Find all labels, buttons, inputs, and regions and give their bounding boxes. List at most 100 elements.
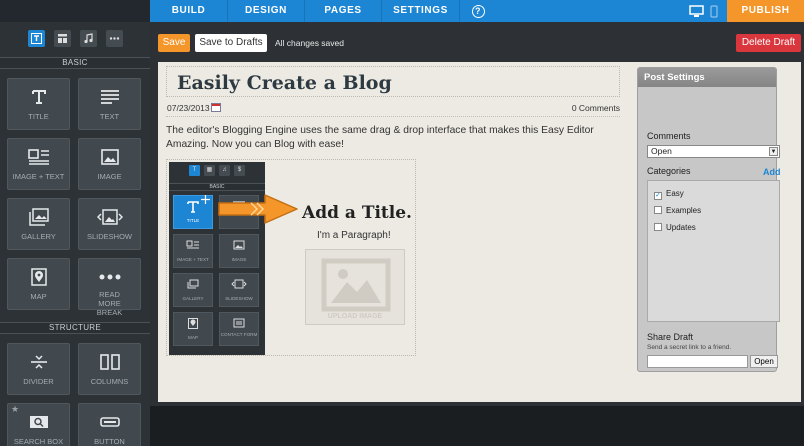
- image-placeholder-icon: [321, 258, 391, 312]
- slideshow-icon: [96, 209, 123, 225]
- element-sidebar: BASIC TITLE TEXT IMAGE + TEXT IMAGE GALL…: [0, 22, 150, 446]
- mini-tile: IMAGE + TEXT: [173, 234, 213, 268]
- title-element-tile[interactable]: TITLE: [7, 78, 70, 130]
- image-text-element-tile[interactable]: IMAGE + TEXT: [7, 138, 70, 190]
- read-more-break-tile[interactable]: READ MORE BREAK: [78, 258, 141, 317]
- checkbox-checked[interactable]: ✓: [654, 192, 662, 200]
- mini-tile-label: CONTACT FORM: [220, 332, 258, 337]
- move-cursor-icon: [201, 195, 210, 204]
- tile-label: IMAGE + TEXT: [12, 172, 65, 181]
- calendar-icon[interactable]: [211, 103, 221, 112]
- nav-settings[interactable]: SETTINGS: [382, 0, 460, 22]
- open-share-link-button[interactable]: Open: [750, 355, 778, 368]
- checkbox[interactable]: [654, 206, 662, 214]
- add-category-link[interactable]: Add: [763, 167, 781, 177]
- layout-icon: [57, 33, 67, 43]
- mini-tab: T: [189, 165, 200, 176]
- save-button[interactable]: Save: [158, 34, 190, 52]
- more-icon: [109, 36, 119, 40]
- divider-element-tile[interactable]: DIVIDER: [7, 343, 70, 395]
- illustration-image[interactable]: T ▦ ♫ $ BASIC TITLE IMAGE + TEXT IMAGE G…: [166, 159, 416, 356]
- structure-section-title: STRUCTURE: [0, 322, 150, 334]
- categories-list: ✓ Easy Examples Updates: [647, 180, 780, 322]
- gallery-icon: [28, 208, 49, 226]
- nav-pages[interactable]: PAGES: [305, 0, 382, 22]
- image-text-icon: [186, 240, 199, 249]
- layout-elements-tab[interactable]: [53, 29, 71, 47]
- mini-sidebar: T ▦ ♫ $ BASIC TITLE IMAGE + TEXT IMAGE G…: [169, 162, 265, 355]
- image-element-tile[interactable]: IMAGE: [78, 138, 141, 190]
- category-item[interactable]: Examples: [654, 206, 701, 215]
- post-date[interactable]: 07/23/2013: [167, 103, 210, 113]
- save-to-drafts-button[interactable]: Save to Drafts: [195, 34, 267, 52]
- post-title-box[interactable]: Easily Create a Blog: [166, 66, 620, 97]
- tile-label: TEXT: [99, 112, 120, 121]
- post-title[interactable]: Easily Create a Blog: [177, 72, 392, 94]
- search-box-element-tile[interactable]: ★ SEARCH BOX: [7, 403, 70, 446]
- gallery-element-tile[interactable]: GALLERY: [7, 198, 70, 250]
- main-nav: BUILD DESIGN PAGES SETTINGS ?: [150, 0, 727, 22]
- mini-tile: GALLERY: [173, 273, 213, 307]
- divider: [166, 116, 620, 117]
- media-elements-tab[interactable]: [79, 29, 97, 47]
- top-bar: BUILD DESIGN PAGES SETTINGS ? PUBLISH: [0, 0, 804, 22]
- mini-section-title: BASIC: [169, 183, 265, 191]
- chevron-down-icon[interactable]: ▼: [769, 147, 778, 156]
- columns-element-tile[interactable]: COLUMNS: [78, 343, 141, 395]
- tile-label: DIVIDER: [23, 377, 54, 386]
- desktop-icon[interactable]: [689, 4, 704, 18]
- upload-image-placeholder: UPLOAD IMAGE: [305, 249, 405, 325]
- mobile-icon[interactable]: [710, 4, 718, 18]
- comments-label: Comments: [647, 131, 691, 141]
- mini-tabs: T ▦ ♫ $: [169, 165, 265, 178]
- map-pin-icon: [30, 268, 47, 286]
- mini-tile-label: SLIDESHOW: [225, 296, 253, 301]
- columns-icon: [99, 354, 120, 370]
- share-link-field[interactable]: [647, 355, 748, 368]
- slideshow-element-tile[interactable]: SLIDESHOW: [78, 198, 141, 250]
- share-draft-hint: Send a secret link to a friend.: [647, 344, 732, 351]
- text-elements-tab[interactable]: [27, 29, 45, 47]
- title-icon: [31, 90, 46, 104]
- post-settings-panel: Post Settings Comments Open ▼ Categories…: [637, 67, 781, 372]
- drag-arrow-icon: [218, 194, 298, 224]
- comments-count[interactable]: 0 Comments: [558, 103, 620, 113]
- post-settings-title: Post Settings: [638, 68, 776, 87]
- category-label: Updates: [666, 223, 696, 232]
- checkbox[interactable]: [654, 223, 662, 231]
- more-elements-tab[interactable]: [105, 29, 123, 47]
- publish-button[interactable]: PUBLISH: [727, 0, 804, 22]
- share-draft-label: Share Draft: [647, 332, 694, 342]
- post-body[interactable]: The editor's Blogging Engine uses the sa…: [166, 124, 626, 152]
- tile-label: SLIDESHOW: [86, 232, 132, 241]
- contact-form-icon: [233, 318, 245, 328]
- question-circle-icon: ?: [471, 4, 485, 18]
- comments-select-value: Open: [651, 146, 672, 156]
- tile-label: BUTTON: [94, 437, 125, 446]
- upload-image-label: UPLOAD IMAGE: [327, 313, 383, 320]
- mini-tile: MAP: [173, 312, 213, 346]
- tile-label: IMAGE: [97, 172, 122, 181]
- image-text-icon: [27, 149, 49, 165]
- nav-design[interactable]: DESIGN: [228, 0, 305, 22]
- button-element-tile[interactable]: BUTTON: [78, 403, 141, 446]
- slideshow-icon: [231, 279, 247, 289]
- music-icon: [83, 32, 93, 43]
- nav-build[interactable]: BUILD: [150, 0, 228, 22]
- map-element-tile[interactable]: MAP: [7, 258, 70, 310]
- comments-select[interactable]: Open ▼: [647, 145, 780, 158]
- mini-tile-label: IMAGE: [231, 257, 247, 262]
- add-title-text: Add a Title.: [302, 203, 412, 223]
- delete-draft-button[interactable]: Delete Draft: [736, 34, 801, 52]
- category-item[interactable]: Updates: [654, 223, 696, 232]
- category-item[interactable]: ✓ Easy: [654, 189, 684, 200]
- help-button[interactable]: ?: [460, 0, 496, 22]
- mini-tile-label: IMAGE + TEXT: [177, 257, 209, 262]
- gallery-icon: [187, 279, 199, 289]
- text-icon: [30, 32, 42, 44]
- post-canvas: Easily Create a Blog 07/23/2013 0 Commen…: [158, 62, 801, 402]
- top-bar-left: [0, 0, 150, 22]
- text-element-tile[interactable]: TEXT: [78, 78, 141, 130]
- paragraph-icon: [100, 90, 119, 104]
- mini-tile-label: TITLE: [186, 218, 200, 223]
